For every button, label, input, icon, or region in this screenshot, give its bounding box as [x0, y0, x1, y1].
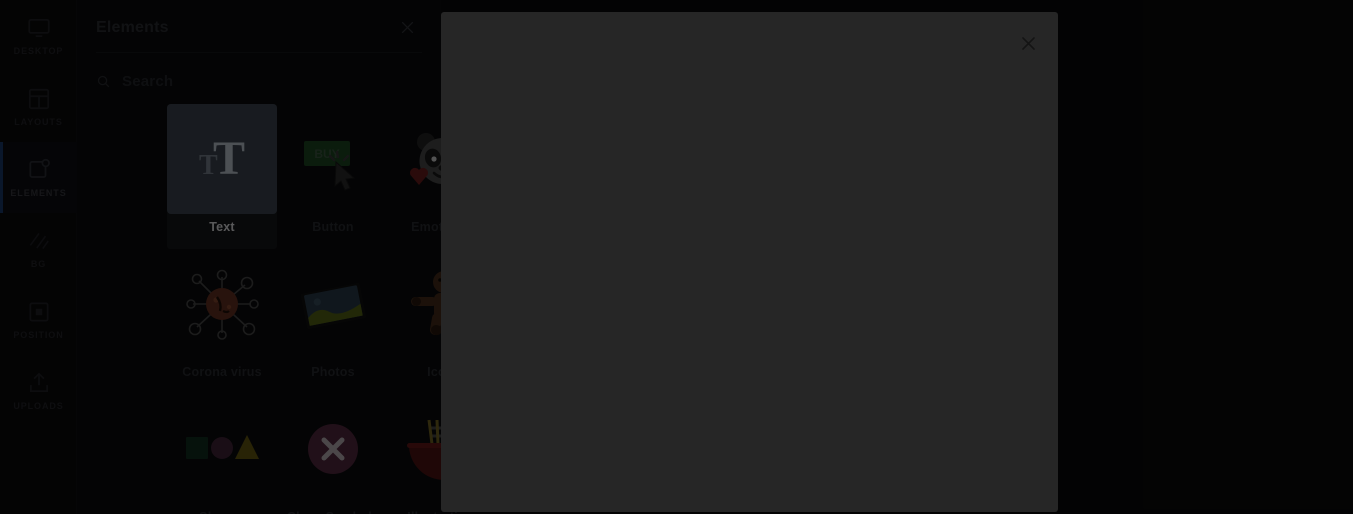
modal-body	[461, 64, 1038, 492]
app-root: DESKTOP LAYOUTS ELEMENTS	[0, 0, 1353, 514]
modal-close-button[interactable]	[1013, 28, 1043, 58]
modal-dialog	[441, 12, 1058, 512]
